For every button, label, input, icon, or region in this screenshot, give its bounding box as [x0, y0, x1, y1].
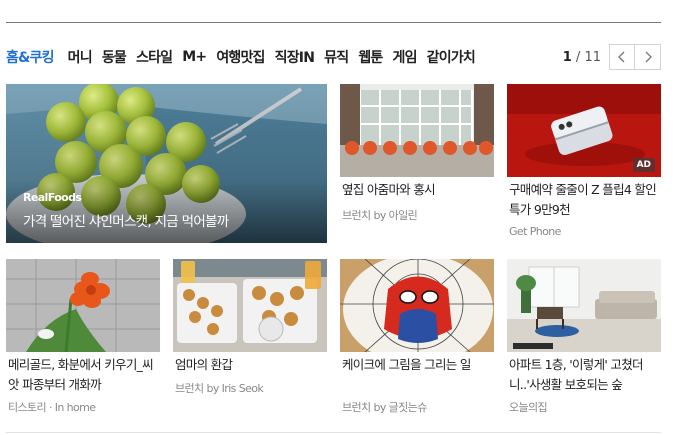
ad-card[interactable]: AD 구매예약 줄줄이 Z 플립4 할인 특가 9만9천 Get Phone	[507, 84, 661, 244]
tab-work-in[interactable]: 직장IN	[275, 47, 315, 67]
page-indicator: 1 / 11	[562, 49, 601, 65]
tab-game[interactable]: 게임	[392, 47, 417, 67]
tab-style[interactable]: 스타일	[136, 47, 173, 67]
article-image	[340, 259, 494, 352]
pagination: 1 / 11	[563, 44, 661, 70]
tab-m-plus[interactable]: M+	[182, 49, 207, 65]
article-title: 구매예약 줄줄이 Z 플립4 할인 특가 9만9천	[509, 182, 657, 217]
article-title: 아파트 1층, '이렇게' 고쳤더니..'사생활 보호되는 숲	[509, 357, 644, 392]
feature-card[interactable]: RealFoods 가격 떨어진 샤인머스캣, 지금 먹어볼까	[6, 84, 327, 243]
article-title: 엄마의 환갑	[175, 357, 233, 372]
article-card[interactable]: 아파트 1층, '이렇게' 고쳤더니..'사생활 보호되는 숲 오늘의집	[507, 259, 661, 419]
tab-webtoon[interactable]: 웹툰	[358, 47, 383, 67]
tab-home-cooking[interactable]: 홈&쿠킹	[6, 47, 54, 67]
article-source: 오늘의집	[509, 401, 548, 414]
ad-badge: AD	[632, 158, 655, 172]
top-divider	[6, 22, 661, 23]
tab-music[interactable]: 뮤직	[324, 47, 349, 67]
article-card[interactable]: 옆집 아줌마와 홍시 브런치 by 아일린	[340, 84, 494, 224]
tab-together[interactable]: 같이가치	[427, 47, 476, 67]
article-image	[6, 259, 160, 352]
chevron-left-icon	[618, 51, 625, 63]
article-source: Get Phone	[509, 225, 561, 238]
article-title: 메리골드, 화분에서 키우기_씨앗 파종부터 개화까	[8, 357, 154, 392]
article-image	[507, 259, 661, 352]
chevron-right-icon	[645, 51, 652, 63]
article-source: 티스토리 · In home	[8, 401, 96, 414]
article-title: 케이크에 그림을 그리는 일	[342, 357, 471, 372]
article-source: 브런치 by Iris Seok	[175, 382, 264, 395]
bottom-divider	[6, 432, 661, 433]
tab-money[interactable]: 머니	[68, 47, 93, 67]
feature-brand: RealFoods	[23, 191, 82, 204]
article-card[interactable]: 메리골드, 화분에서 키우기_씨앗 파종부터 개화까 티스토리 · In hom…	[6, 259, 160, 419]
feature-title: 가격 떨어진 샤인머스캣, 지금 먹어볼까	[23, 214, 229, 230]
tab-animals[interactable]: 동물	[102, 47, 127, 67]
article-source: 브런치 by 아일린	[342, 209, 418, 222]
article-image	[173, 259, 327, 352]
category-tabs: 홈&쿠킹 머니 동물 스타일 M+ 여행맛집 직장IN 뮤직 웹툰 게임 같이가…	[6, 46, 485, 68]
article-card[interactable]: 케이크에 그림을 그리는 일 브런치 by 글짓는슈	[340, 259, 494, 419]
article-source: 브런치 by 글짓는슈	[342, 401, 427, 414]
article-title: 옆집 아줌마와 홍시	[342, 182, 436, 197]
article-image	[340, 84, 494, 177]
tab-travel-food[interactable]: 여행맛집	[216, 47, 265, 67]
article-card[interactable]: 엄마의 환갑 브런치 by Iris Seok	[173, 259, 327, 399]
prev-page-button[interactable]	[609, 44, 635, 70]
next-page-button[interactable]	[635, 44, 661, 70]
